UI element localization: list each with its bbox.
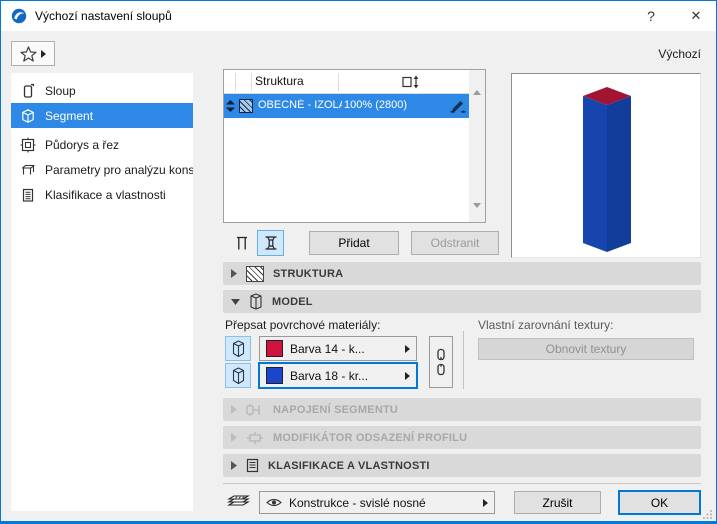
- add-segment-button[interactable]: Přidat: [309, 231, 399, 255]
- expander-collapsed-icon: [231, 461, 237, 470]
- segment-height-value: 100% (2800): [344, 99, 407, 111]
- section-model[interactable]: MODEL: [223, 290, 701, 313]
- plain-column-icon: [237, 236, 247, 250]
- section-label: STRUKTURA: [273, 267, 344, 280]
- section-label: NAPOJENÍ SEGMENTU: [273, 403, 399, 416]
- section-label: MODEL: [272, 295, 313, 308]
- box-icon: [232, 366, 244, 384]
- fill-swatch: [239, 99, 253, 113]
- favorites-button[interactable]: [11, 41, 55, 66]
- ok-button[interactable]: OK: [618, 490, 701, 515]
- surface-bottom-value: Barva 18 - kr...: [290, 368, 369, 383]
- segment-fill-name: OBECNÉ - IZOLAČNÍ M...: [258, 99, 342, 111]
- expander-collapsed-icon: [231, 433, 237, 442]
- column-settings-dialog: Výchozí nastavení sloupů ? ✕ Výchozí Slo…: [0, 0, 717, 524]
- resize-grip[interactable]: [703, 509, 713, 519]
- eye-icon: [266, 498, 282, 507]
- dropdown-arrow-icon: [405, 371, 410, 380]
- sidebar-item-sloup[interactable]: Sloup: [11, 78, 193, 103]
- surface-bottom-dropdown[interactable]: Barva 18 - kr...: [258, 362, 418, 389]
- section-label: MODIFIKÁTOR ODSAZENÍ PROFILU: [273, 431, 468, 444]
- sidebar-item-label: Sloup: [45, 83, 76, 98]
- expander-expanded-icon: [231, 298, 240, 305]
- section-napojeni[interactable]: NAPOJENÍ SEGMENTU: [223, 398, 701, 421]
- dropdown-arrow-icon: [405, 344, 410, 353]
- surface-top-dropdown[interactable]: Barva 14 - k...: [259, 336, 417, 361]
- cube-icon: [20, 108, 36, 124]
- table-scrollbar[interactable]: [469, 70, 485, 222]
- section-modifikator[interactable]: MODIFIKÁTOR ODSAZENÍ PROFILU: [223, 426, 701, 449]
- segment-structure-table: Struktura OBECNÉ - IZOLAČNÍ M... 100% (2…: [223, 69, 486, 223]
- sidebar-item-segment[interactable]: Segment: [11, 103, 193, 128]
- capital-column-icon: [265, 236, 276, 250]
- app-icon: [11, 8, 27, 24]
- expander-collapsed-icon: [231, 269, 237, 278]
- remove-segment-button[interactable]: Odstranit: [411, 231, 499, 255]
- document-icon: [20, 187, 36, 203]
- dropdown-arrow-icon: [41, 49, 46, 58]
- surface-bottom-toggle[interactable]: [225, 363, 251, 388]
- scroll-down-button[interactable]: [473, 203, 481, 222]
- sidebar-item-label: Segment: [45, 108, 94, 123]
- layer-dropdown[interactable]: Konstrukce - svislé nosné: [259, 491, 495, 514]
- color-swatch: [266, 340, 283, 357]
- table-header-row: Struktura: [224, 70, 469, 94]
- expander-collapsed-icon: [231, 405, 237, 414]
- column-header-struktura: Struktura: [255, 74, 304, 88]
- star-icon: [20, 45, 37, 62]
- scroll-up-button[interactable]: [473, 76, 481, 95]
- column-icon: [20, 83, 36, 99]
- settings-sidebar: Sloup Segment Půdorys a řez Parametry pr…: [11, 73, 193, 511]
- table-row[interactable]: OBECNÉ - IZOLAČNÍ M... 100% (2800): [224, 94, 469, 118]
- texture-align-label: Vlastní zarovnání textury:: [478, 318, 614, 332]
- color-swatch: [266, 367, 283, 384]
- sidebar-item-klasifikace[interactable]: Klasifikace a vlastnosti: [11, 182, 193, 207]
- cancel-button[interactable]: Zrušit: [514, 491, 601, 514]
- model-column-icon: [250, 293, 262, 310]
- column-left-face: [583, 96, 607, 252]
- default-label: Výchozí: [658, 47, 701, 61]
- sidebar-item-label: Parametry pro analýzu konst...: [45, 162, 193, 177]
- sidebar-item-label: Půdorys a řez: [45, 137, 120, 152]
- close-button[interactable]: ✕: [676, 1, 716, 31]
- surface-top-value: Barva 14 - k...: [290, 341, 365, 356]
- link-surfaces-button[interactable]: [429, 336, 453, 388]
- sidebar-item-parametry[interactable]: Parametry pro analýzu konst...: [11, 157, 193, 182]
- dropdown-arrow-icon: [483, 498, 488, 507]
- layer-value: Konstrukce - svislé nosné: [289, 495, 426, 510]
- box-icon: [232, 339, 244, 357]
- plan-section-icon: [20, 137, 36, 153]
- section-klasifikace[interactable]: KLASIFIKACE A VLASTNOSTI: [223, 454, 701, 477]
- surface-top-toggle[interactable]: [225, 336, 251, 361]
- help-button[interactable]: ?: [631, 1, 671, 31]
- profile-offset-icon: [247, 431, 263, 444]
- section-struktura[interactable]: STRUKTURA: [223, 262, 701, 285]
- document-icon: [246, 458, 259, 473]
- segment-height-icon: [402, 75, 422, 89]
- window-title: Výchozí nastavení sloupů: [35, 9, 172, 23]
- reset-textures-button[interactable]: Obnovit textury: [478, 338, 694, 360]
- hatch-icon: [246, 265, 264, 282]
- segment-connection-icon: [246, 403, 260, 416]
- footer-divider: [223, 483, 701, 484]
- sidebar-item-label: Klasifikace a vlastnosti: [45, 187, 166, 202]
- panel-divider: [463, 331, 464, 389]
- edit-pen-icon[interactable]: [450, 99, 466, 113]
- reorder-icon[interactable]: [226, 100, 235, 112]
- section-label: KLASIFIKACE A VLASTNOSTI: [268, 459, 430, 472]
- column-capital-toggle[interactable]: [257, 230, 284, 256]
- column-3d-preview[interactable]: [511, 73, 701, 258]
- layers-icon: [226, 493, 254, 512]
- sidebar-item-pudorys[interactable]: Půdorys a řez: [11, 132, 193, 157]
- structural-analysis-icon: [20, 162, 36, 178]
- chain-icon: [437, 348, 445, 376]
- override-materials-label: Přepsat povrchové materiály:: [225, 318, 381, 332]
- column-plain-toggle[interactable]: [229, 231, 255, 255]
